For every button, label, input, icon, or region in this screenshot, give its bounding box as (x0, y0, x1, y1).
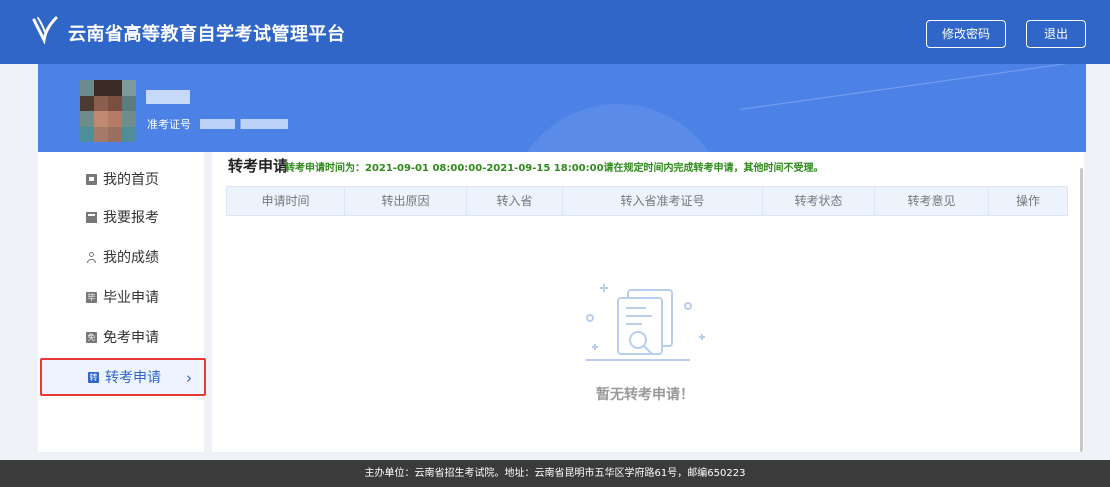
table-header: 申请时间 转出原因 转入省 转入省准考证号 转考状态 转考意见 操作 (226, 186, 1068, 216)
footer: 主办单位：云南省招生考试院。地址：云南省昆明市五华区学府路61号，邮编65022… (0, 460, 1110, 487)
main-scrollbar[interactable] (1080, 168, 1083, 452)
sidebar-item-transfer[interactable]: 转 转考申请 › (40, 358, 206, 396)
column-header-status: 转考状态 (763, 187, 875, 215)
home-icon (86, 173, 97, 185)
user-score-icon (86, 251, 97, 263)
transfer-icon: 转 (88, 371, 99, 383)
logout-button[interactable]: 退出 (1026, 20, 1086, 48)
sidebar-item-graduation[interactable]: 毕 毕业申请 (38, 278, 204, 316)
exam-number-redacted (200, 119, 288, 129)
application-period-notice: 转考申请时间为：2021-09-01 08:00:00-2021-09-15 1… (285, 163, 824, 174)
exam-number-label: 准考证号 (147, 118, 191, 131)
exemption-icon: 免 (86, 331, 97, 343)
column-header-reason: 转出原因 (345, 187, 467, 215)
avatar (80, 80, 136, 142)
column-header-target-province: 转入省 (467, 187, 563, 215)
graduation-icon: 毕 (86, 291, 97, 303)
profile-banner: 准考证号 (38, 64, 1086, 152)
column-header-apply-time: 申请时间 (227, 187, 345, 215)
empty-state-text: 暂无转考申请！ (596, 387, 694, 403)
sidebar-item-home[interactable]: 我的首页 (38, 160, 204, 198)
empty-documents-icon (586, 284, 705, 361)
sidebar-item-label: 毕业申请 (103, 290, 159, 306)
app-title: 云南省高等教育自学考试管理平台 (68, 24, 346, 45)
sidebar-menu: 我的首页 我要报考 我的成绩 毕 毕业申请 免 免考申请 转 转考申请 › (38, 152, 206, 452)
sidebar-item-label: 我的首页 (103, 172, 159, 188)
sidebar-item-scores[interactable]: 我的成绩 (38, 238, 204, 276)
banner-decoration (508, 104, 728, 152)
banner-decoration-line (739, 64, 1086, 111)
sidebar-item-register[interactable]: 我要报考 (38, 198, 204, 236)
change-password-button[interactable]: 修改密码 (926, 20, 1006, 48)
chevron-right-icon: › (186, 369, 192, 387)
column-header-opinion: 转考意见 (875, 187, 989, 215)
sidebar-item-exemption[interactable]: 免 免考申请 (38, 318, 204, 356)
top-navbar: 云南省高等教育自学考试管理平台 修改密码 退出 (0, 0, 1110, 64)
sidebar-item-label: 我的成绩 (103, 250, 159, 266)
sidebar-item-label: 免考申请 (103, 330, 159, 346)
platform-logo-icon (32, 16, 58, 44)
sidebar-item-label: 我要报考 (103, 210, 159, 226)
column-header-actions: 操作 (1015, 194, 1040, 208)
page-title: 转考申请 (228, 157, 289, 175)
register-icon (86, 211, 97, 223)
student-name-redacted (146, 90, 190, 104)
sidebar-item-label: 转考申请 (105, 370, 161, 386)
column-header-target-exam-no: 转入省准考证号 (563, 187, 763, 215)
